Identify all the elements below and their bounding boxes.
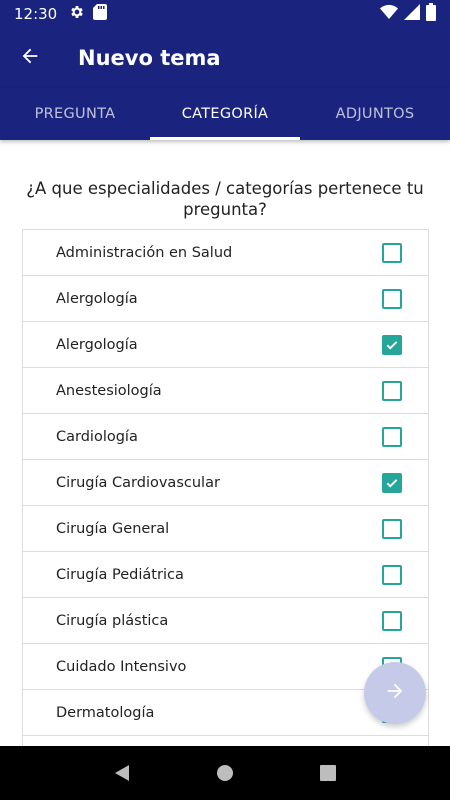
- status-time: 12:30: [14, 5, 58, 23]
- checkbox[interactable]: [382, 426, 402, 447]
- arrow-forward-icon: [384, 680, 406, 707]
- checkbox[interactable]: [382, 242, 402, 263]
- status-bar: 12:30: [0, 0, 450, 28]
- category-item[interactable]: Cardiología: [23, 414, 428, 460]
- category-item[interactable]: Administración en Salud: [23, 230, 428, 276]
- category-item[interactable]: Alergología: [23, 276, 428, 322]
- category-label: Cardiología: [56, 428, 138, 445]
- category-label: Cirugía General: [56, 520, 170, 537]
- category-item[interactable]: Cirugía Pediátrica: [23, 552, 428, 598]
- nav-home-button[interactable]: [205, 753, 245, 793]
- nav-recents-button[interactable]: [308, 753, 348, 793]
- category-item[interactable]: Cirugía plástica: [23, 598, 428, 644]
- tab-adjuntos[interactable]: ADJUNTOS: [300, 88, 450, 140]
- page-title: Nuevo tema: [78, 46, 221, 70]
- battery-icon: [426, 2, 436, 26]
- category-item[interactable]: Cirugía General: [23, 506, 428, 552]
- category-item[interactable]: Cirugía Cardiovascular: [23, 460, 428, 506]
- nav-back-button[interactable]: [102, 753, 142, 793]
- signal-icon: [404, 3, 420, 25]
- category-item[interactable]: Anestesiología: [23, 368, 428, 414]
- gear-icon: [69, 4, 85, 25]
- tab-categoria[interactable]: CATEGORÍA: [150, 88, 300, 140]
- category-label: Administración en Salud: [56, 244, 233, 261]
- category-label: Anestesiología: [56, 382, 162, 399]
- tab-pregunta[interactable]: PREGUNTA: [0, 88, 150, 140]
- app-bar: Nuevo tema: [0, 28, 450, 88]
- checkbox[interactable]: [382, 518, 402, 539]
- category-label: Alergología: [56, 290, 138, 307]
- tab-bar: PREGUNTA CATEGORÍA ADJUNTOS: [0, 88, 450, 140]
- check-icon: [386, 478, 398, 488]
- system-nav-bar: [0, 746, 450, 800]
- category-label: Cuidado Intensivo: [56, 658, 187, 675]
- checkbox-checked[interactable]: [382, 472, 402, 493]
- arrow-back-icon: [19, 45, 41, 72]
- next-fab-button[interactable]: [364, 662, 426, 724]
- category-label: Cirugía Pediátrica: [56, 566, 184, 583]
- category-item[interactable]: Alergología: [23, 322, 428, 368]
- wifi-icon: [380, 4, 398, 25]
- category-label: Dermatología: [56, 704, 155, 721]
- category-list: Administración en Salud Alergología Alergo…: [22, 229, 429, 746]
- check-icon: [386, 340, 398, 350]
- back-button[interactable]: [0, 28, 60, 88]
- checkbox[interactable]: [382, 564, 402, 585]
- category-item[interactable]: [23, 736, 428, 746]
- checkbox[interactable]: [382, 288, 402, 309]
- sd-card-icon: [93, 3, 108, 25]
- question-text: ¿A que especialidades / categorías perte…: [26, 179, 424, 219]
- checkbox[interactable]: [382, 380, 402, 401]
- content-area: ¿A que especialidades / categorías perte…: [0, 140, 450, 746]
- category-label: Cirugía plástica: [56, 612, 169, 629]
- checkbox[interactable]: [382, 610, 402, 631]
- category-label: Alergología: [56, 336, 138, 353]
- category-label: Cirugía Cardiovascular: [56, 474, 220, 491]
- checkbox-checked[interactable]: [382, 334, 402, 355]
